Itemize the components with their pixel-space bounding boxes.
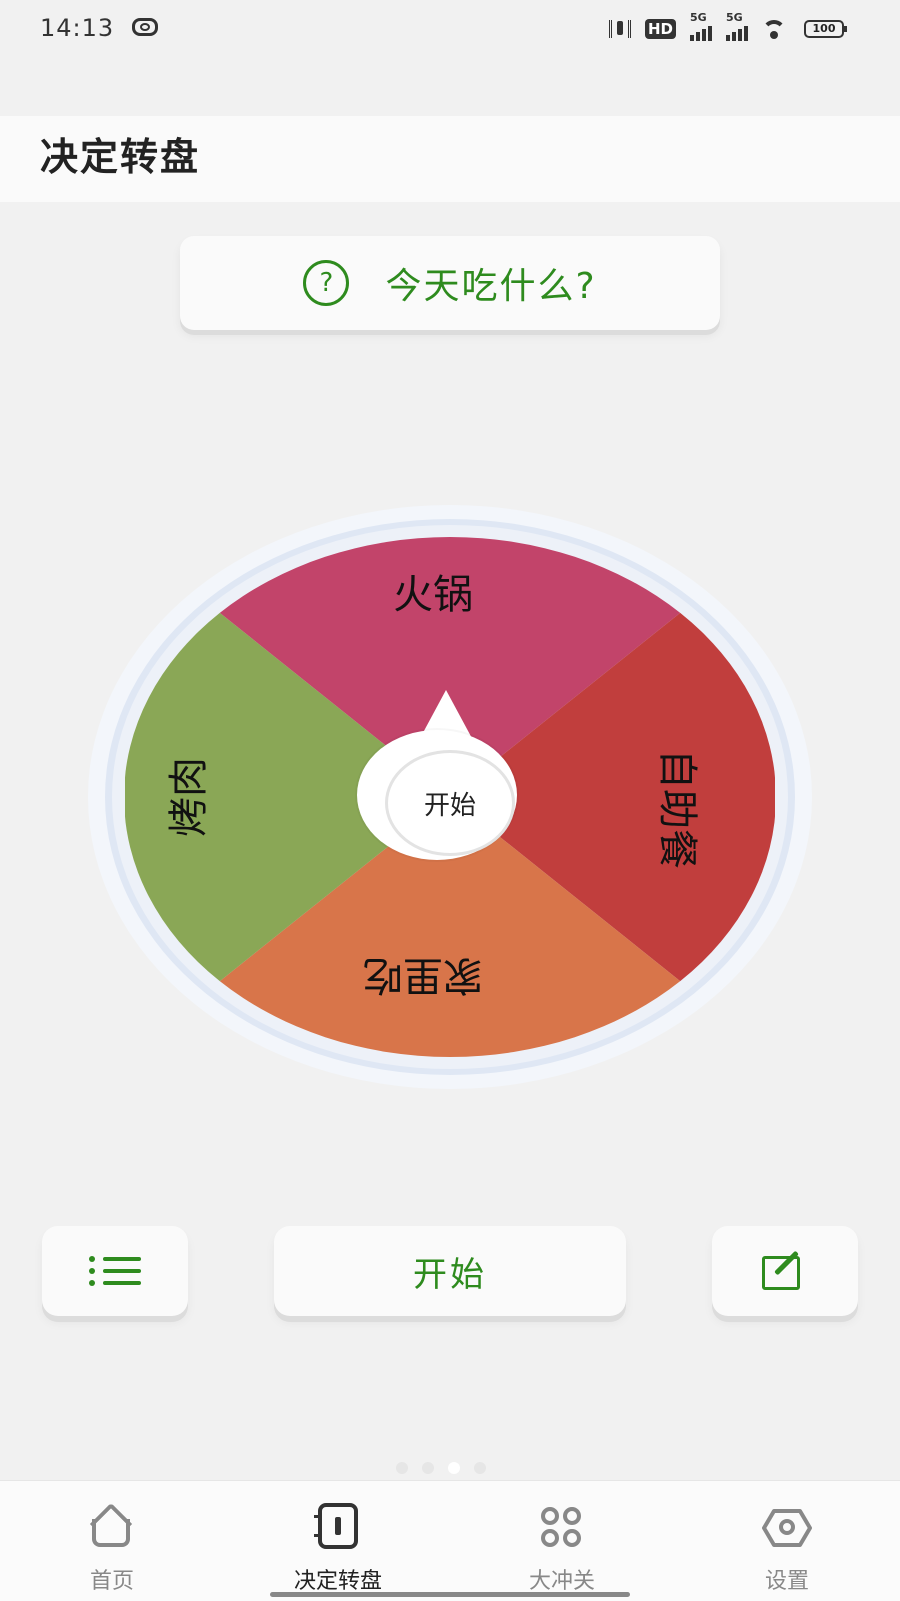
screen-cast-icon: [132, 18, 158, 36]
status-bar: 14:13 HD 5G 5G 100: [0, 0, 900, 60]
settings-icon-center: [779, 1519, 795, 1535]
signal-icon-1: 5G: [690, 11, 712, 41]
signal-icon-2: 5G: [726, 11, 748, 41]
hub-start-button[interactable]: 开始: [385, 750, 515, 856]
page-title: 决定转盘: [40, 135, 201, 179]
status-icons: HD 5G 5G 100: [608, 11, 847, 44]
page-indicator: [396, 1462, 486, 1474]
question-text: 今天吃什么?: [385, 266, 597, 307]
page-dot: [396, 1462, 408, 1474]
wheel-label: 自助餐: [654, 749, 700, 869]
vibrate-icon: [608, 20, 631, 38]
grid-icon: [537, 1503, 587, 1549]
page-dot: [448, 1462, 460, 1474]
network-type-1: 5G: [690, 11, 707, 24]
home-icon: [87, 1503, 137, 1549]
question-circle-icon: ?: [303, 260, 350, 306]
question-card[interactable]: ? 今天吃什么?: [180, 236, 720, 330]
status-time: 14:13: [40, 14, 115, 42]
nav-item-settings[interactable]: 设置: [697, 1481, 877, 1601]
start-button[interactable]: 开始: [274, 1226, 626, 1316]
nav-label: 大冲关: [528, 1569, 595, 1594]
list-icon: [89, 1254, 141, 1288]
options-list-button[interactable]: [42, 1226, 188, 1316]
wheel-label: 家里吃: [363, 952, 483, 998]
notebook-icon: [314, 1503, 358, 1549]
nav-item-home[interactable]: 首页: [22, 1481, 202, 1601]
nav-label: 首页: [89, 1569, 134, 1594]
wifi-icon: [762, 18, 790, 40]
wheel-label: 烤肉: [166, 757, 212, 837]
app-bar: 决定转盘: [0, 116, 900, 202]
battery-icon: 100: [804, 20, 847, 38]
nav-item-challenge[interactable]: 大冲关: [472, 1481, 652, 1601]
nav-label: 决定转盘: [293, 1569, 382, 1594]
page-dot: [422, 1462, 434, 1474]
edit-button[interactable]: [712, 1226, 858, 1316]
home-indicator: [270, 1592, 630, 1597]
nav-label: 设置: [764, 1569, 809, 1594]
nav-item-decision-wheel[interactable]: 决定转盘: [248, 1481, 428, 1601]
wheel-label: 火锅: [393, 572, 473, 618]
bottom-navigation: 首页 决定转盘 大冲关 设置: [0, 1480, 900, 1601]
edit-icon: [762, 1250, 808, 1292]
page-dot: [474, 1462, 486, 1474]
hd-badge: HD: [644, 19, 676, 39]
network-type-2: 5G: [726, 11, 743, 24]
